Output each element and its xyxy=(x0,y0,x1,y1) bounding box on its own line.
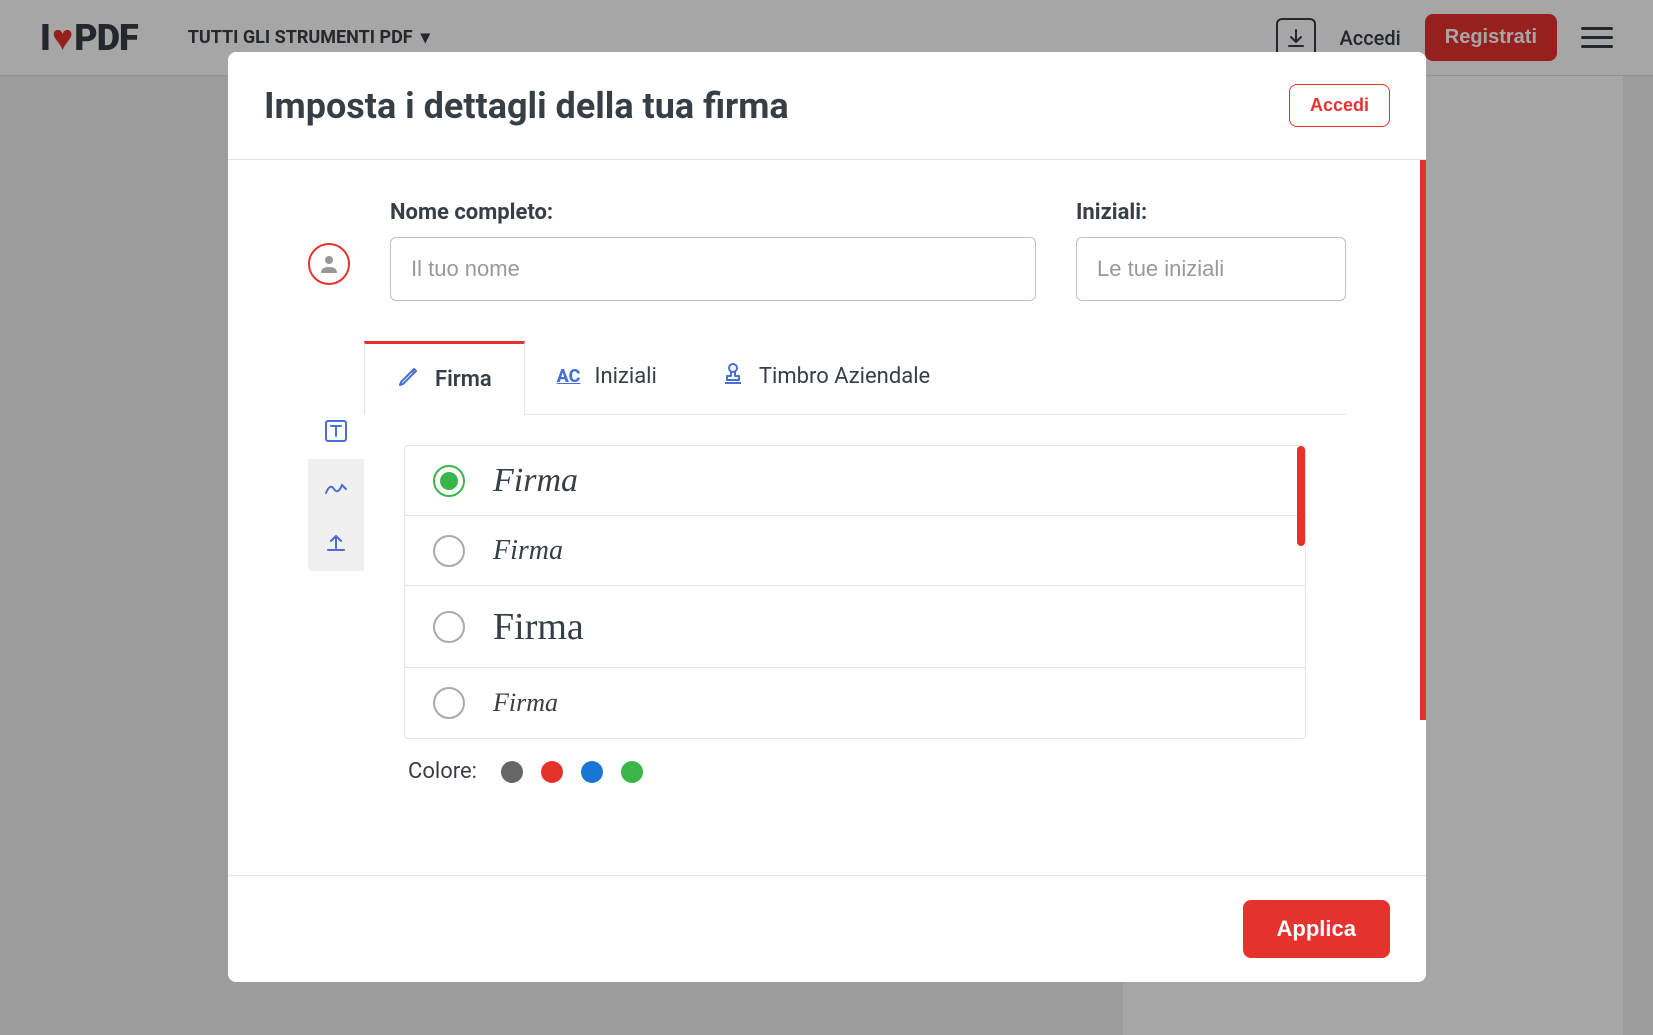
signature-style-option[interactable]: Firma xyxy=(405,668,1305,738)
initials-label: Iniziali: xyxy=(1076,200,1346,225)
tab-signature[interactable]: Firma xyxy=(364,341,525,415)
pen-icon xyxy=(397,364,421,394)
tab-signature-label: Firma xyxy=(435,367,492,392)
color-picker-row: Colore: xyxy=(404,759,1306,784)
tab-initials[interactable]: AC Iniziali xyxy=(525,341,689,414)
color-blue[interactable] xyxy=(581,761,603,783)
initials-input[interactable] xyxy=(1076,237,1346,301)
signature-style-option[interactable]: Firma xyxy=(405,586,1305,668)
color-red[interactable] xyxy=(541,761,563,783)
initials-field-group: Iniziali: xyxy=(1076,200,1346,301)
modal-scrollbar[interactable] xyxy=(1420,160,1426,720)
tab-initials-label: Iniziali xyxy=(594,364,656,389)
tab-stamp-label: Timbro Aziendale xyxy=(759,364,930,389)
radio[interactable] xyxy=(433,611,465,643)
radio[interactable] xyxy=(433,535,465,567)
text-mode-button[interactable] xyxy=(308,403,364,459)
initials-icon: AC xyxy=(557,366,581,387)
radio-selected[interactable] xyxy=(433,465,465,497)
color-label: Colore: xyxy=(408,759,477,784)
tabs-main: Firma AC Iniziali xyxy=(364,341,1346,804)
tab-stamp[interactable]: Timbro Aziendale xyxy=(689,341,962,414)
signature-preview: Firma xyxy=(493,688,558,718)
tabs: Firma AC Iniziali xyxy=(364,341,1346,415)
apply-button[interactable]: Applica xyxy=(1243,900,1390,958)
signature-style-list: Firma Firma Firma Firma xyxy=(404,445,1306,739)
name-input[interactable] xyxy=(390,237,1036,301)
draw-mode-button[interactable] xyxy=(308,459,364,515)
modal-header: Imposta i dettagli della tua firma Acced… xyxy=(228,52,1426,160)
modal-footer: Applica xyxy=(228,875,1426,982)
color-black[interactable] xyxy=(501,761,523,783)
name-field-group: Nome completo: xyxy=(390,200,1036,301)
radio[interactable] xyxy=(433,687,465,719)
signature-list-scrollbar[interactable] xyxy=(1297,446,1305,546)
color-green[interactable] xyxy=(621,761,643,783)
modal-title: Imposta i dettagli della tua firma xyxy=(264,85,789,127)
signature-modal: Imposta i dettagli della tua firma Acced… xyxy=(228,52,1426,982)
modal-body: Nome completo: Iniziali: xyxy=(228,160,1426,875)
signature-style-option[interactable]: Firma xyxy=(405,516,1305,586)
name-label: Nome completo: xyxy=(390,200,1036,225)
upload-mode-button[interactable] xyxy=(308,515,364,571)
signature-mode-sidebar xyxy=(308,403,364,571)
signature-style-option[interactable]: Firma xyxy=(405,446,1305,516)
user-icon xyxy=(308,243,350,285)
signature-preview: Firma xyxy=(493,535,563,567)
stamp-icon xyxy=(721,361,745,391)
signature-panel: Firma Firma Firma Firma xyxy=(364,415,1346,804)
name-form-row: Nome completo: Iniziali: xyxy=(308,200,1346,301)
modal-login-button[interactable]: Accedi xyxy=(1289,84,1390,127)
tabs-container: Firma AC Iniziali xyxy=(308,341,1346,804)
signature-preview: Firma xyxy=(493,462,578,500)
signature-preview: Firma xyxy=(493,605,584,649)
